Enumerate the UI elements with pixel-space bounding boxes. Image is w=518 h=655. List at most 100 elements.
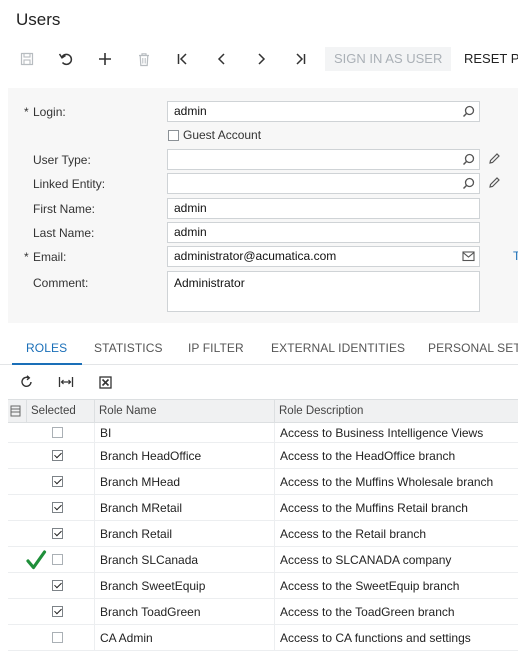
role-name-cell[interactable]: Branch SweetEquip	[100, 573, 205, 598]
refresh-button[interactable]	[16, 373, 38, 391]
table-row[interactable]: Branch ToadGreen Access to the ToadGreen …	[8, 599, 518, 625]
role-description-cell: Access to the Retail branch	[280, 526, 427, 541]
page-title: Users	[16, 10, 61, 29]
column-divider	[94, 443, 95, 468]
role-name-cell[interactable]: Branch HeadOffice	[100, 443, 201, 468]
linked-entity-field[interactable]	[167, 173, 480, 194]
row-selector-header[interactable]	[8, 400, 26, 422]
column-divider	[94, 423, 95, 442]
user-type-field[interactable]	[167, 149, 480, 170]
column-divider	[94, 469, 95, 494]
role-description-cell: Access to SLCANADA company	[280, 552, 452, 567]
first-name-field[interactable]: admin	[167, 198, 480, 219]
grid-body: BI Access to Business Intelligence Views B…	[8, 423, 518, 651]
required-mark: *	[24, 250, 29, 264]
role-name-cell[interactable]: Branch MRetail	[100, 495, 182, 520]
grid-toolbar	[0, 366, 518, 398]
tab-statistics[interactable]: STATISTICS	[94, 341, 163, 355]
export-excel-icon	[98, 375, 112, 389]
reset-password-button[interactable]: RESET P	[455, 47, 518, 71]
comment-field[interactable]: Administrator	[167, 271, 480, 312]
comment-label: Comment:	[33, 276, 89, 290]
tab-external-identities[interactable]: EXTERNAL IDENTITIES	[271, 341, 405, 355]
role-description-cell: Access to Business Intelligence Views	[280, 425, 484, 440]
selected-checkbox[interactable]	[52, 606, 63, 617]
column-divider	[274, 599, 275, 624]
selected-cell	[52, 521, 63, 546]
user-summary-form: * Login: admin Guest Account User Type: …	[8, 88, 518, 323]
column-divider	[274, 625, 275, 650]
role-name-cell[interactable]: BI	[100, 423, 111, 442]
column-header-role-name[interactable]: Role Name	[94, 400, 274, 422]
sign-in-as-user-button[interactable]: SIGN IN AS USER	[325, 47, 452, 71]
selected-checkbox[interactable]	[52, 476, 63, 487]
selected-cell	[52, 599, 63, 624]
fit-columns-button[interactable]	[55, 373, 77, 391]
save-button[interactable]	[12, 45, 42, 73]
selected-checkbox[interactable]	[52, 554, 63, 565]
selected-checkbox[interactable]	[52, 450, 63, 461]
selected-checkbox[interactable]	[52, 632, 63, 643]
tab-personal-settings[interactable]: PERSONAL SET	[428, 341, 518, 355]
green-checkmark-icon	[25, 547, 47, 572]
column-divider	[94, 573, 95, 598]
edit-pencil-icon[interactable]	[488, 176, 501, 189]
table-row[interactable]: Branch SweetEquip Access to the SweetEqui…	[8, 573, 518, 599]
guest-account-checkbox[interactable]	[168, 130, 179, 141]
selected-cell	[52, 469, 63, 494]
first-icon	[177, 53, 187, 65]
email-field[interactable]: administrator@acumatica.com	[167, 246, 480, 267]
tab-bar: ROLES STATISTICS IP FILTER EXTERNAL IDEN…	[0, 333, 518, 365]
last-record-button[interactable]	[285, 45, 315, 73]
column-divider	[94, 547, 95, 572]
selected-checkbox[interactable]	[52, 502, 63, 513]
column-header-role-description[interactable]: Role Description	[274, 400, 518, 422]
search-icon	[462, 105, 475, 118]
last-name-label: Last Name:	[33, 226, 95, 240]
table-row[interactable]: Branch SLCanada Access to SLCANADA compan…	[8, 547, 518, 573]
search-icon	[462, 153, 475, 166]
table-row[interactable]: CA Admin Access to CA functions and setti…	[8, 625, 518, 651]
export-excel-button[interactable]	[94, 373, 116, 391]
role-name-cell[interactable]: Branch Retail	[100, 521, 172, 546]
column-config-icon	[10, 405, 21, 417]
save-icon	[20, 52, 34, 66]
add-button[interactable]	[90, 45, 120, 73]
role-description-cell: Access to the HeadOffice branch	[280, 448, 456, 463]
selected-checkbox[interactable]	[52, 528, 63, 539]
role-name-cell[interactable]: Branch ToadGreen	[100, 599, 201, 624]
selected-checkbox[interactable]	[52, 580, 63, 591]
comment-value: Administrator	[174, 276, 245, 290]
email-value: administrator@acumatica.com	[174, 249, 337, 263]
first-record-button[interactable]	[168, 45, 198, 73]
edit-pencil-icon[interactable]	[488, 152, 501, 165]
column-divider	[94, 521, 95, 546]
truncated-link[interactable]: T	[513, 249, 518, 263]
fit-columns-icon	[58, 377, 74, 387]
table-row[interactable]: Branch HeadOffice Access to the HeadOffic…	[8, 443, 518, 469]
role-name-cell[interactable]: CA Admin	[100, 625, 153, 650]
column-divider	[274, 521, 275, 546]
search-icon	[462, 177, 475, 190]
first-name-value: admin	[174, 201, 207, 215]
tab-roles[interactable]: ROLES	[26, 341, 67, 355]
last-name-field[interactable]: admin	[167, 222, 480, 243]
selected-cell	[52, 625, 63, 650]
table-row[interactable]: Branch Retail Access to the Retail branch	[8, 521, 518, 547]
tab-ip-filter[interactable]: IP FILTER	[188, 341, 244, 355]
previous-record-button[interactable]	[207, 45, 237, 73]
column-header-selected[interactable]: Selected	[26, 400, 94, 422]
next-record-button[interactable]	[246, 45, 276, 73]
role-name-cell[interactable]: Branch MHead	[100, 469, 180, 494]
undo-button[interactable]	[51, 45, 81, 73]
table-row[interactable]: Branch MRetail Access to the Muffins Reta…	[8, 495, 518, 521]
delete-button[interactable]	[129, 45, 159, 73]
role-name-cell[interactable]: Branch SLCanada	[100, 547, 198, 572]
column-divider	[274, 469, 275, 494]
refresh-icon	[21, 375, 32, 388]
table-row[interactable]: Branch MHead Access to the Muffins Wholes…	[8, 469, 518, 495]
selected-checkbox[interactable]	[52, 427, 63, 438]
login-field[interactable]: admin	[167, 101, 480, 122]
table-row[interactable]: BI Access to Business Intelligence Views	[8, 423, 518, 443]
column-divider	[274, 495, 275, 520]
